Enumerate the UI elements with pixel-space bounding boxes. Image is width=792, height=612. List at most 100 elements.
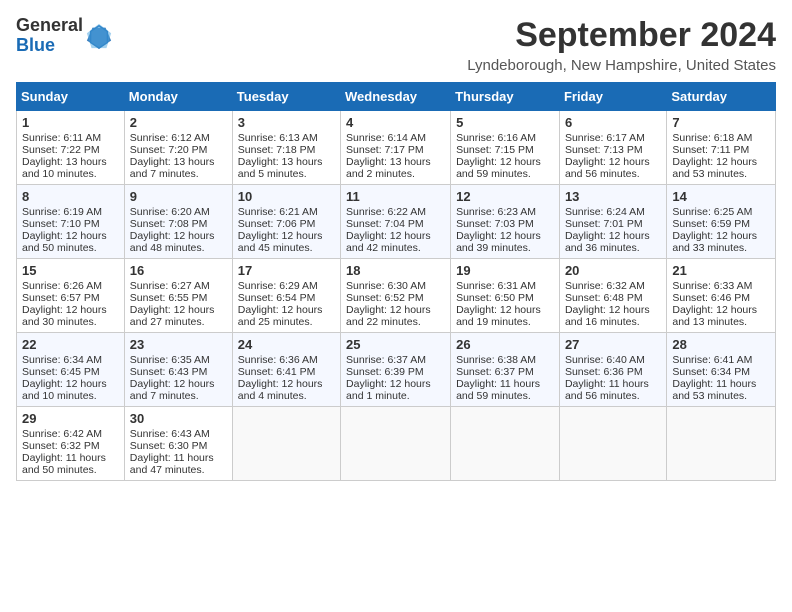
logo-blue: Blue: [16, 36, 83, 56]
calendar-cell: 7Sunrise: 6:18 AMSunset: 7:11 PMDaylight…: [667, 111, 776, 185]
sunrise-text: Sunrise: 6:35 AM: [130, 354, 227, 366]
calendar-cell: 27Sunrise: 6:40 AMSunset: 6:36 PMDayligh…: [559, 333, 666, 407]
daylight-text: Daylight: 13 hours and 5 minutes.: [238, 156, 335, 180]
day-number: 15: [22, 263, 119, 278]
day-number: 25: [346, 337, 445, 352]
day-number: 11: [346, 189, 445, 204]
calendar-header-saturday: Saturday: [667, 83, 776, 111]
sunrise-text: Sunrise: 6:13 AM: [238, 132, 335, 144]
calendar-cell: 29Sunrise: 6:42 AMSunset: 6:32 PMDayligh…: [17, 407, 125, 481]
calendar-cell: 18Sunrise: 6:30 AMSunset: 6:52 PMDayligh…: [341, 259, 451, 333]
sunrise-text: Sunrise: 6:14 AM: [346, 132, 445, 144]
calendar-cell: 17Sunrise: 6:29 AMSunset: 6:54 PMDayligh…: [232, 259, 340, 333]
daylight-text: Daylight: 13 hours and 2 minutes.: [346, 156, 445, 180]
sunrise-text: Sunrise: 6:30 AM: [346, 280, 445, 292]
daylight-text: Daylight: 12 hours and 59 minutes.: [456, 156, 554, 180]
sunrise-text: Sunrise: 6:16 AM: [456, 132, 554, 144]
calendar-cell: [341, 407, 451, 481]
sunrise-text: Sunrise: 6:37 AM: [346, 354, 445, 366]
daylight-text: Daylight: 11 hours and 56 minutes.: [565, 378, 661, 402]
calendar-header-row: SundayMondayTuesdayWednesdayThursdayFrid…: [17, 83, 776, 111]
daylight-text: Daylight: 11 hours and 47 minutes.: [130, 452, 227, 476]
sunrise-text: Sunrise: 6:22 AM: [346, 206, 445, 218]
calendar-cell: 26Sunrise: 6:38 AMSunset: 6:37 PMDayligh…: [451, 333, 560, 407]
sunrise-text: Sunrise: 6:43 AM: [130, 428, 227, 440]
calendar-cell: 16Sunrise: 6:27 AMSunset: 6:55 PMDayligh…: [124, 259, 232, 333]
sunset-text: Sunset: 7:22 PM: [22, 144, 119, 156]
daylight-text: Daylight: 12 hours and 36 minutes.: [565, 230, 661, 254]
daylight-text: Daylight: 13 hours and 10 minutes.: [22, 156, 119, 180]
sunset-text: Sunset: 6:30 PM: [130, 440, 227, 452]
daylight-text: Daylight: 12 hours and 39 minutes.: [456, 230, 554, 254]
day-number: 13: [565, 189, 661, 204]
sunset-text: Sunset: 7:03 PM: [456, 218, 554, 230]
sunset-text: Sunset: 7:08 PM: [130, 218, 227, 230]
sunset-text: Sunset: 6:57 PM: [22, 292, 119, 304]
day-number: 18: [346, 263, 445, 278]
sunrise-text: Sunrise: 6:12 AM: [130, 132, 227, 144]
logo: General Blue: [16, 16, 113, 56]
page-header: General Blue September 2024 Lyndeborough…: [16, 16, 776, 74]
daylight-text: Daylight: 12 hours and 7 minutes.: [130, 378, 227, 402]
daylight-text: Daylight: 12 hours and 27 minutes.: [130, 304, 227, 328]
calendar-cell: 3Sunrise: 6:13 AMSunset: 7:18 PMDaylight…: [232, 111, 340, 185]
calendar-cell: 6Sunrise: 6:17 AMSunset: 7:13 PMDaylight…: [559, 111, 666, 185]
day-number: 9: [130, 189, 227, 204]
calendar-header-sunday: Sunday: [17, 83, 125, 111]
day-number: 17: [238, 263, 335, 278]
calendar-cell: 25 Sunrise: 6:37 AMSunset: 6:39 PMDayligh…: [341, 333, 451, 407]
calendar-cell: 22Sunrise: 6:34 AMSunset: 6:45 PMDayligh…: [17, 333, 125, 407]
sunset-text: Sunset: 6:39 PM: [346, 366, 445, 378]
day-number: 20: [565, 263, 661, 278]
day-number: 26: [456, 337, 554, 352]
calendar-cell: 12Sunrise: 6:23 AMSunset: 7:03 PMDayligh…: [451, 185, 560, 259]
daylight-text: Daylight: 12 hours and 53 minutes.: [672, 156, 770, 180]
sunset-text: Sunset: 7:13 PM: [565, 144, 661, 156]
calendar-week-row: 1Sunrise: 6:11 AMSunset: 7:22 PMDaylight…: [17, 111, 776, 185]
logo-general: General: [16, 16, 83, 36]
sunset-text: Sunset: 7:11 PM: [672, 144, 770, 156]
calendar-week-row: 15Sunrise: 6:26 AMSunset: 6:57 PMDayligh…: [17, 259, 776, 333]
calendar-cell: 30 Sunrise: 6:43 AMSunset: 6:30 PMDayligh…: [124, 407, 232, 481]
calendar-header-monday: Monday: [124, 83, 232, 111]
daylight-text: Daylight: 12 hours and 16 minutes.: [565, 304, 661, 328]
calendar-cell: 19Sunrise: 6:31 AMSunset: 6:50 PMDayligh…: [451, 259, 560, 333]
day-number: 19: [456, 263, 554, 278]
sunset-text: Sunset: 6:46 PM: [672, 292, 770, 304]
day-number: 28: [672, 337, 770, 352]
daylight-text: Daylight: 12 hours and 1 minute.: [346, 378, 445, 402]
daylight-text: Daylight: 12 hours and 25 minutes.: [238, 304, 335, 328]
calendar-header-friday: Friday: [559, 83, 666, 111]
daylight-text: Daylight: 12 hours and 4 minutes.: [238, 378, 335, 402]
sunrise-text: Sunrise: 6:11 AM: [22, 132, 119, 144]
sunrise-text: Sunrise: 6:18 AM: [672, 132, 770, 144]
sunset-text: Sunset: 7:20 PM: [130, 144, 227, 156]
sunrise-text: Sunrise: 6:36 AM: [238, 354, 335, 366]
sunrise-text: Sunrise: 6:21 AM: [238, 206, 335, 218]
location: Lyndeborough, New Hampshire, United Stat…: [467, 57, 776, 74]
sunrise-text: Sunrise: 6:25 AM: [672, 206, 770, 218]
day-number: 4: [346, 115, 445, 130]
day-number: 5: [456, 115, 554, 130]
sunrise-text: Sunrise: 6:41 AM: [672, 354, 770, 366]
logo-icon: [85, 22, 113, 50]
title-block: September 2024 Lyndeborough, New Hampshi…: [467, 16, 776, 74]
calendar-week-row: 29Sunrise: 6:42 AMSunset: 6:32 PMDayligh…: [17, 407, 776, 481]
sunrise-text: Sunrise: 6:42 AM: [22, 428, 119, 440]
sunset-text: Sunset: 7:15 PM: [456, 144, 554, 156]
calendar-cell: 14Sunrise: 6:25 AMSunset: 6:59 PMDayligh…: [667, 185, 776, 259]
day-number: 23: [130, 337, 227, 352]
day-number: 12: [456, 189, 554, 204]
daylight-text: Daylight: 12 hours and 33 minutes.: [672, 230, 770, 254]
daylight-text: Daylight: 11 hours and 59 minutes.: [456, 378, 554, 402]
day-number: 24: [238, 337, 335, 352]
day-number: 10: [238, 189, 335, 204]
calendar-table: SundayMondayTuesdayWednesdayThursdayFrid…: [16, 82, 776, 481]
sunset-text: Sunset: 6:43 PM: [130, 366, 227, 378]
calendar-cell: 5 Sunrise: 6:16 AMSunset: 7:15 PMDaylight…: [451, 111, 560, 185]
day-number: 14: [672, 189, 770, 204]
daylight-text: Daylight: 12 hours and 48 minutes.: [130, 230, 227, 254]
day-number: 2: [130, 115, 227, 130]
day-number: 30: [130, 411, 227, 426]
sunset-text: Sunset: 6:32 PM: [22, 440, 119, 452]
